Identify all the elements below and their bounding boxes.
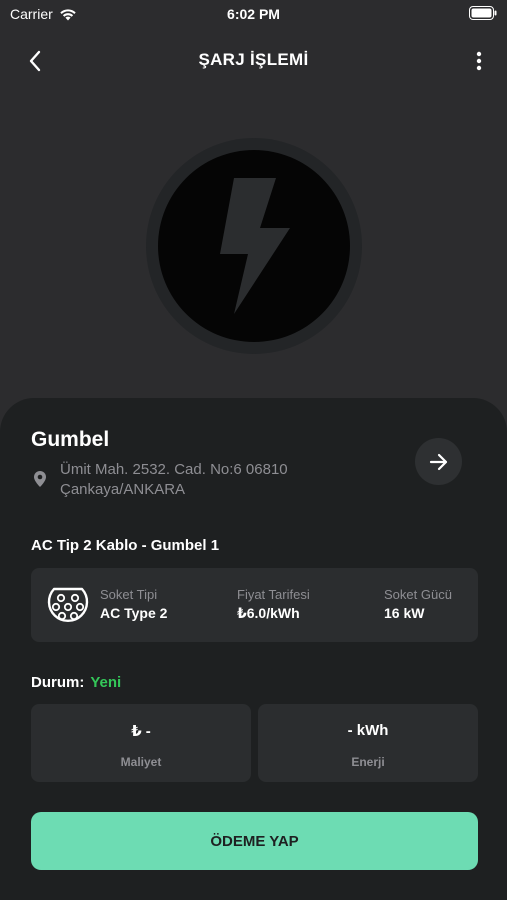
address-text: Ümit Mah. 2532. Cad. No:6 06810 Çankaya/… [60, 460, 288, 500]
pay-button[interactable]: ÖDEME YAP [31, 812, 478, 870]
socket-info-card: Soket Tipi AC Type 2 Fiyat Tarifesi ₺6.0… [31, 568, 478, 642]
socket-power: Soket Gücü 16 kW [384, 587, 452, 623]
charging-details-sheet: Gumbel Ümit Mah. 2532. Cad. No:6 06810 Ç… [0, 398, 507, 900]
charging-status: Durum: Yeni [31, 674, 121, 691]
status-bar: Carrier 6:02 PM [0, 0, 507, 28]
arrow-right-icon [429, 453, 447, 470]
charging-status-inner [158, 150, 350, 342]
station-address: Ümit Mah. 2532. Cad. No:6 06810 Çankaya/… [31, 460, 361, 500]
address-line-1: Ümit Mah. 2532. Cad. No:6 06810 [60, 461, 288, 478]
socket-type-value: AC Type 2 [100, 605, 168, 621]
energy-card: - kWh Enerji [258, 704, 478, 782]
cost-card: ₺ - Maliyet [31, 704, 251, 782]
price-tariff: Fiyat Tarifesi ₺6.0/kWh [237, 587, 310, 623]
app-header: ŞARJ İŞLEMİ [0, 40, 507, 80]
price-tariff-value: ₺6.0/kWh [237, 605, 300, 621]
socket-type: Soket Tipi AC Type 2 [100, 587, 167, 623]
navigate-button[interactable] [415, 438, 462, 485]
page-title: ŞARJ İŞLEMİ [198, 50, 309, 69]
socket-type-label: Soket Tipi [100, 587, 158, 602]
battery-icon [469, 6, 497, 20]
address-line-2: Çankaya/ANKARA [60, 481, 186, 498]
socket-power-value: 16 kW [384, 605, 425, 621]
price-tariff-label: Fiyat Tarifesi [237, 587, 310, 602]
energy-value: - kWh [347, 722, 389, 739]
more-options-button[interactable] [469, 48, 489, 74]
clock: 6:02 PM [227, 6, 280, 22]
station-name: Gumbel [31, 428, 110, 451]
charging-status-circle [146, 138, 362, 354]
cost-value: ₺ - [131, 723, 151, 740]
connector-title: AC Tip 2 Kablo - Gumbel 1 [31, 537, 220, 554]
socket-power-label: Soket Gücü [384, 587, 452, 602]
lightning-bolt-icon [220, 178, 290, 314]
status-value: Yeni [90, 674, 122, 691]
more-vertical-icon [476, 51, 482, 71]
energy-caption: Enerji [351, 755, 385, 769]
location-pin-icon [34, 471, 46, 487]
cost-caption: Maliyet [120, 755, 162, 769]
status-label: Durum: [31, 674, 85, 691]
type2-socket-icon [47, 587, 89, 622]
